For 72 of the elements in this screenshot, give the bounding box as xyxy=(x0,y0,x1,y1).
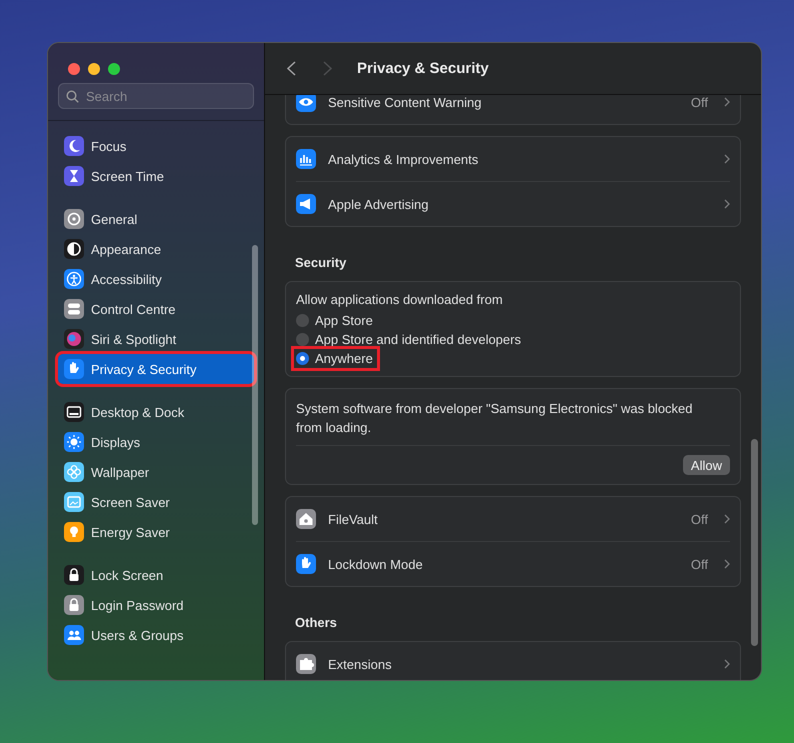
radio-option[interactable]: App Store and identified developers xyxy=(296,330,525,349)
sidebar-item[interactable]: Focus xyxy=(58,131,254,161)
chevron-icon xyxy=(724,97,730,107)
radio-option[interactable]: Anywhere xyxy=(294,349,377,368)
radio-button[interactable] xyxy=(296,352,309,365)
radio-option[interactable]: App Store xyxy=(296,311,377,330)
chevron-icon xyxy=(724,659,730,669)
row-value: Off xyxy=(690,512,708,526)
accessibility-icon xyxy=(64,269,84,289)
chevron-icon xyxy=(724,199,730,209)
scrollbar-thumb[interactable] xyxy=(252,245,258,525)
chevron-icon xyxy=(724,559,730,569)
house-icon xyxy=(296,509,316,529)
screen-icon xyxy=(64,492,84,512)
sidebar-item[interactable]: Siri & Spotlight xyxy=(58,324,254,354)
sidebar-item[interactable]: Users & Groups xyxy=(58,620,254,650)
sidebar-item[interactable]: Displays xyxy=(58,427,254,457)
sidebar-item[interactable]: Screen Time xyxy=(58,161,254,191)
sidebar-item[interactable]: Wallpaper xyxy=(58,457,254,487)
row-label[interactable]: FileVault xyxy=(328,512,679,526)
section-heading: Security xyxy=(295,255,348,270)
toggles-icon xyxy=(64,299,84,319)
row-label[interactable]: Extensions xyxy=(328,656,708,672)
row-label[interactable]: Sensitive Content Warning xyxy=(328,95,679,110)
sidebar-item[interactable]: Desktop & Dock xyxy=(58,397,254,427)
back-chevron-icon[interactable] xyxy=(287,61,296,76)
window-control[interactable] xyxy=(88,63,100,75)
notice-text: System software from developer "Samsung Electronics" was blocked from loading. xyxy=(296,400,694,437)
gear-icon xyxy=(64,209,84,229)
radio-group-label: Allow applications downloaded from xyxy=(296,292,504,307)
hand-icon xyxy=(64,359,84,379)
chevron-icon xyxy=(724,514,730,524)
sidebar-item[interactable]: Accessibility xyxy=(58,264,254,294)
sidebar-item[interactable]: General xyxy=(58,204,254,234)
display-icon xyxy=(64,402,84,422)
sidebar-item[interactable]: Login Password xyxy=(58,590,254,620)
section-heading: Others xyxy=(295,615,338,630)
row-label[interactable]: Apple Advertising xyxy=(328,196,708,212)
moon-icon xyxy=(64,136,84,156)
hourglass-icon xyxy=(64,166,84,186)
row-label[interactable]: Lockdown Mode xyxy=(328,556,679,572)
page-title: Privacy & Security xyxy=(357,60,489,77)
flower-icon xyxy=(64,462,84,482)
sidebar-item[interactable]: Privacy & Security xyxy=(58,354,254,384)
sidebar-item[interactable]: Control Centre xyxy=(58,294,254,324)
contrast-icon xyxy=(64,239,84,259)
lock-icon xyxy=(64,595,84,615)
eye-icon xyxy=(296,95,316,112)
sun-icon xyxy=(64,432,84,452)
lock-icon xyxy=(64,565,84,585)
chevron-icon xyxy=(724,154,730,164)
megaphone-icon xyxy=(296,194,316,214)
row-label[interactable]: Analytics & Improvements xyxy=(328,152,708,166)
sidebar-item[interactable]: Energy Saver xyxy=(58,517,254,547)
sidebar-item[interactable]: Lock Screen xyxy=(58,560,254,590)
window-control[interactable] xyxy=(68,63,80,75)
orb-icon xyxy=(64,329,84,349)
hand-icon xyxy=(296,554,316,574)
sidebar-item[interactable]: Appearance xyxy=(58,234,254,264)
lightbulb-icon xyxy=(64,522,84,542)
row-value: Off xyxy=(690,556,708,572)
search-icon xyxy=(66,90,79,103)
allow-button[interactable]: Allow xyxy=(682,455,730,475)
scrollbar-thumb[interactable] xyxy=(751,439,758,646)
row-value: Off xyxy=(690,95,708,110)
puzzle-icon xyxy=(296,654,316,674)
sidebar-item[interactable]: Screen Saver xyxy=(58,487,254,517)
bar-chart-icon xyxy=(296,149,316,169)
radio-button[interactable] xyxy=(296,314,309,327)
people-icon xyxy=(64,625,84,645)
radio-button[interactable] xyxy=(296,333,309,346)
window-control[interactable] xyxy=(108,63,120,75)
